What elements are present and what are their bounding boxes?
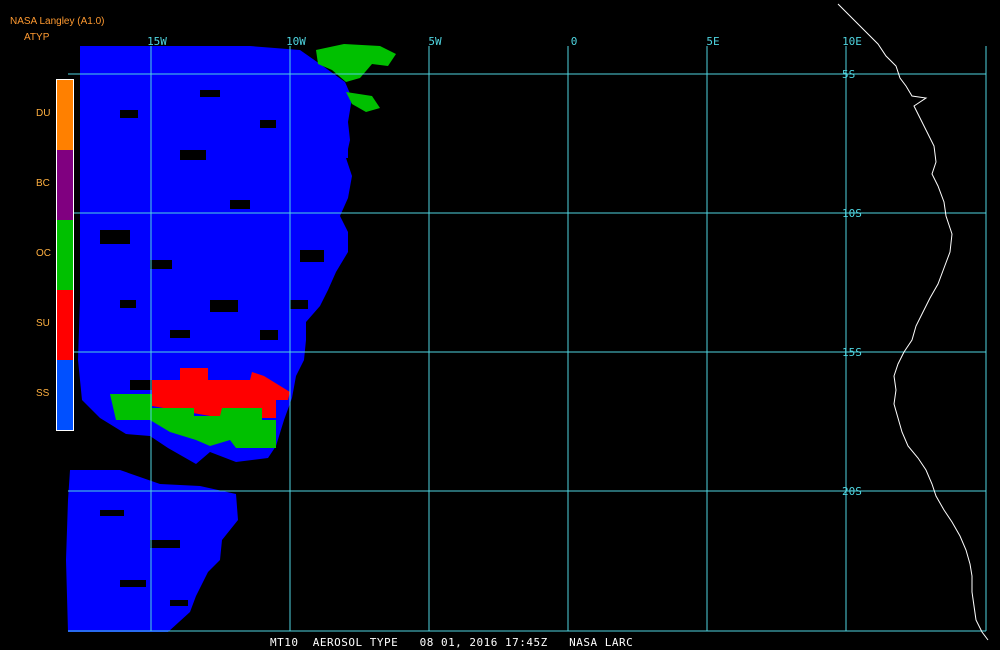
longitude-label: 10E (842, 35, 862, 48)
legend-swatch-oc (57, 220, 73, 290)
no-retrieval-gap (210, 300, 238, 312)
no-retrieval-gap (290, 300, 308, 309)
legend-swatch-ss (57, 360, 73, 430)
legend-label-ss: SS (36, 388, 50, 399)
sea-salt-region (66, 470, 238, 632)
legend-label-oc: OC (36, 248, 51, 259)
no-retrieval-gap (150, 260, 172, 269)
longitude-label: 10W (286, 35, 306, 48)
no-retrieval-gap (170, 330, 190, 338)
sea-salt-block (324, 126, 336, 138)
longitude-label: 5E (706, 35, 719, 48)
legend-swatch-bc (57, 150, 73, 220)
sea-salt-block (312, 112, 324, 124)
no-retrieval-gap (260, 330, 278, 340)
aerosol-type-legend (56, 79, 74, 431)
organic-carbon-region (346, 92, 380, 112)
map-caption: MT10 AEROSOL TYPE 08 01, 2016 17:45Z NAS… (270, 636, 634, 649)
latitude-label: 20S (842, 485, 862, 498)
legend-label-su: SU (36, 318, 50, 329)
legend-label-du: DU (36, 108, 51, 119)
sea-salt-block (300, 100, 312, 112)
sea-salt-block (322, 138, 334, 150)
no-retrieval-gap (170, 600, 188, 606)
coastline (837, 3, 989, 641)
no-retrieval-gap (230, 200, 250, 209)
longitude-label: 5W (428, 35, 442, 48)
no-retrieval-gap (100, 510, 124, 516)
no-retrieval-gap (130, 380, 154, 390)
map-viewer: NASA Langley (A1.0) ATYP 15W 10W 5W 0 5E 10E 5… (0, 0, 1000, 650)
longitude-label: 0 (571, 35, 578, 48)
legend-label-bc: BC (36, 178, 50, 189)
latitude-label: 10S (842, 207, 862, 220)
longitude-label: 15W (147, 35, 167, 48)
no-retrieval-gap (180, 150, 206, 160)
no-retrieval-gap (150, 540, 180, 548)
no-retrieval-gap (260, 120, 276, 128)
sea-salt-block (336, 146, 348, 158)
no-retrieval-gap (120, 300, 136, 308)
no-retrieval-gap (200, 90, 220, 97)
no-retrieval-gap (120, 580, 146, 587)
legend-swatch-su (57, 290, 73, 360)
no-retrieval-gap (300, 250, 324, 262)
legend-swatch-du (57, 80, 73, 150)
no-retrieval-gap (120, 110, 138, 118)
latitude-label: 15S (842, 346, 862, 359)
aerosol-type-layer (66, 44, 396, 632)
no-retrieval-gap (100, 230, 130, 244)
aerosol-map: 15W 10W 5W 0 5E 10E 5S 10S 15S 20S (66, 3, 989, 641)
latitude-label: 5S (842, 68, 855, 81)
